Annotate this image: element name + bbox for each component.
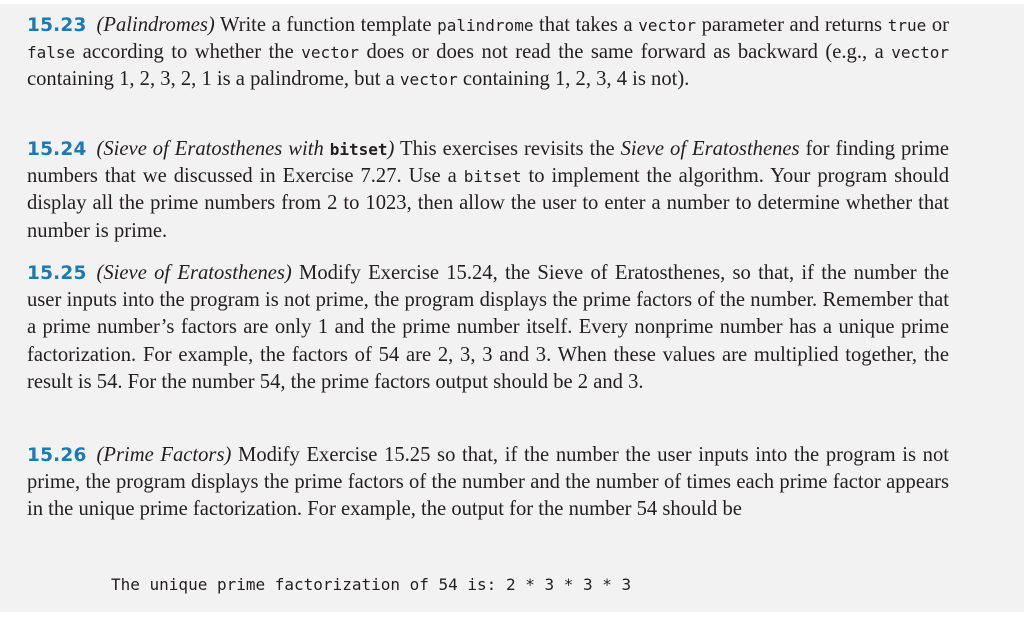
textbook-page: 15.23 (Palindromes) Write a function temp… — [0, 4, 1024, 612]
exercise-title: (Prime Factors) — [96, 444, 232, 466]
inline-code: true — [887, 16, 927, 35]
emphasis: Sieve of Eratosthenes — [620, 138, 800, 160]
exercise-15-25: 15.25 (Sieve of Eratosthenes) Modify Exer… — [27, 260, 949, 396]
inline-code: false — [27, 43, 76, 63]
exercise-15-24: 15.24 (Sieve of Eratosthenes with bitset)… — [27, 136, 949, 245]
exercise-title: (Sieve of Eratosthenes with bitset) — [96, 138, 395, 160]
inline-code: bitset — [463, 167, 522, 187]
inline-code: vector — [891, 43, 949, 63]
inline-code: vector — [301, 43, 359, 63]
exercise-number: 15.26 — [27, 445, 87, 466]
exercise-number: 15.23 — [27, 15, 87, 36]
inline-code: palindrome — [437, 16, 534, 35]
inline-code: vector — [638, 16, 697, 35]
inline-code: vector — [399, 70, 458, 90]
inline-code: bitset — [329, 140, 388, 159]
exercise-number: 15.25 — [27, 263, 87, 284]
exercise-number: 15.24 — [27, 139, 87, 160]
exercise-15-23: 15.23 (Palindromes) Write a function temp… — [27, 12, 949, 94]
exercise-title: (Palindromes) — [96, 14, 215, 36]
exercise-title: (Sieve of Eratosthenes) — [96, 262, 292, 284]
exercise-15-26: 15.26 (Prime Factors) Modify Exercise 15.… — [27, 442, 949, 524]
sample-output-code: The unique prime factorization of 54 is:… — [111, 575, 632, 594]
